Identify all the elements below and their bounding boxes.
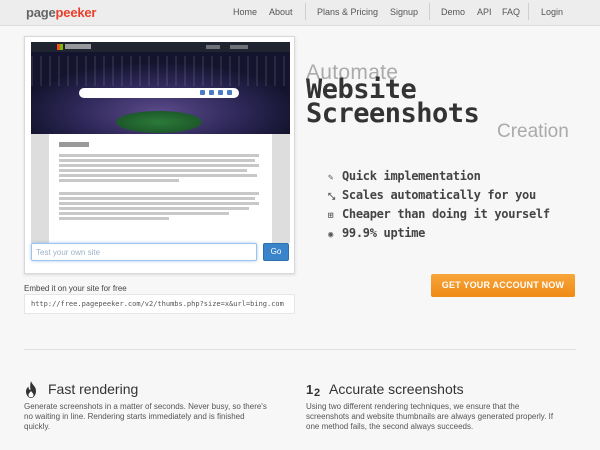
svg-text:1: 1: [306, 382, 313, 397]
svg-text:2: 2: [314, 387, 320, 397]
test-site-input[interactable]: [31, 243, 257, 261]
hero-screenshots: Screenshots: [306, 98, 480, 129]
bing-search-box: [79, 88, 239, 98]
feature-label: Quick implementation: [342, 169, 481, 183]
try-site-row: Go: [31, 243, 290, 269]
flame-icon: [24, 381, 38, 402]
gauge-icon: ◉: [328, 230, 334, 240]
get-account-button[interactable]: GET YOUR ACCOUNT NOW: [431, 274, 575, 297]
feature-item: ◉ 99.9% uptime: [328, 226, 425, 240]
go-button[interactable]: Go: [263, 243, 289, 261]
embed-label: Embed it on your site for free: [24, 284, 127, 293]
nav-separator: [528, 3, 529, 20]
feature-label: Cheaper than doing it yourself: [342, 207, 550, 221]
embed-code-box[interactable]: http://free.pagepeeker.com/v2/thumbs.php…: [24, 294, 295, 314]
nav-link-plans[interactable]: Plans & Pricing: [317, 7, 378, 17]
nav-link-api[interactable]: API: [477, 7, 492, 17]
nav-links: Home About Plans & Pricing Signup Demo A…: [0, 7, 600, 21]
accurate-screenshots-title: Accurate screenshots: [329, 381, 464, 397]
bing-header-bar: [31, 42, 290, 52]
preview-screenshot: [31, 42, 290, 268]
microsoft-logo-icon: [57, 44, 63, 50]
one-two-icon: 1 2: [306, 381, 324, 401]
nav-separator: [429, 3, 430, 20]
arrows-icon: ⤡: [328, 192, 335, 202]
preview-card: Go: [24, 36, 295, 274]
accurate-screenshots-text: Using two different rendering techniques…: [306, 402, 554, 431]
nav-link-faq[interactable]: FAQ: [502, 7, 520, 17]
grid-icon: ⊞: [328, 211, 334, 221]
embed-url[interactable]: http://free.pagepeeker.com/v2/thumbs.php…: [31, 300, 284, 308]
nav-link-demo[interactable]: Demo: [441, 7, 465, 17]
nav-link-signup[interactable]: Signup: [390, 7, 418, 17]
nav-link-login[interactable]: Login: [541, 7, 563, 17]
nav-separator: [305, 3, 306, 20]
feature-label: Scales automatically for you: [342, 188, 536, 202]
hero-creation: Creation: [497, 121, 569, 142]
feature-label: 99.9% uptime: [342, 226, 426, 240]
section-divider: [24, 349, 576, 350]
fast-rendering-title: Fast rendering: [48, 381, 139, 397]
pencil-icon: ✎: [328, 173, 334, 183]
top-nav: pagepeeker Home About Plans & Pricing Si…: [0, 0, 600, 26]
feature-item: ✎ Quick implementation: [328, 169, 481, 183]
fast-rendering-text: Generate screenshots in a matter of seco…: [24, 402, 267, 431]
feature-item: ⊞ Cheaper than doing it yourself: [328, 207, 550, 221]
nav-link-home[interactable]: Home: [233, 7, 257, 17]
feature-item: ⤡ Scales automatically for you: [328, 188, 536, 202]
nav-link-about[interactable]: About: [269, 7, 293, 17]
stadium-background-image: [31, 52, 290, 134]
